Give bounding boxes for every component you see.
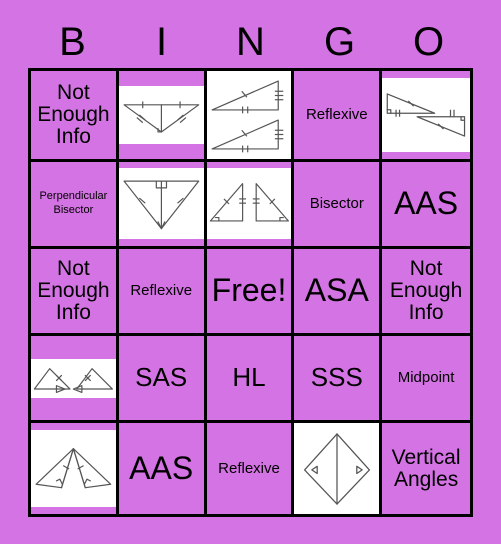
bingo-grid: Not Enough Info Reflexive Perpendicular … [28, 68, 473, 517]
bingo-cell[interactable] [206, 71, 295, 162]
bingo-cell-label: AAS [394, 185, 459, 222]
bingo-cell[interactable]: Reflexive [118, 248, 207, 337]
bingo-cell[interactable]: Midpoint [382, 336, 470, 424]
bingo-cell[interactable]: Free! [206, 248, 295, 337]
two-right-triangles-z-shape-diagram [382, 78, 470, 152]
bingo-cell[interactable] [118, 161, 207, 249]
bingo-cell-label: SAS [135, 362, 188, 393]
bingo-cell[interactable]: ASA [294, 248, 383, 337]
bingo-cell[interactable]: Bisector [294, 161, 383, 249]
bingo-cell-label: SSS [310, 362, 363, 393]
bingo-cell-label: Bisector [309, 194, 364, 212]
bingo-cell[interactable]: Vertical Angles [382, 423, 470, 514]
two-triangles-shared-apex-diagram [31, 430, 116, 507]
triangle-with-median-diagram [118, 85, 204, 144]
two-right-triangles-stacked-diagram [206, 71, 292, 159]
bingo-cell-label: HL [232, 362, 266, 393]
bingo-card: B I N G O Not Enough Info Reflexive Perp… [0, 0, 501, 544]
bingo-cell-label: ASA [304, 272, 369, 309]
bingo-cell-label: Vertical Angles [391, 445, 461, 491]
bingo-cell[interactable]: SSS [294, 336, 383, 424]
header-letter-o: O [412, 20, 445, 64]
bingo-cell-label: Reflexive [130, 282, 193, 300]
two-mirrored-right-triangles-diagram [206, 168, 292, 240]
bingo-cell[interactable]: AAS [118, 423, 207, 514]
bingo-cell-label: Not Enough Info [389, 256, 463, 325]
bingo-cell-label: Not Enough Info [37, 256, 110, 325]
bingo-cell-label: Reflexive [305, 106, 368, 123]
bingo-cell[interactable]: SAS [118, 336, 207, 424]
bingo-cell-label: Reflexive [218, 459, 280, 477]
kite-with-diagonal-diagram [294, 423, 380, 514]
bingo-cell[interactable]: Reflexive [206, 423, 295, 514]
two-small-triangles-with-arrows-diagram [31, 358, 116, 398]
bingo-cell-label: AAS [129, 449, 194, 486]
bingo-cell[interactable]: HL [206, 336, 295, 424]
bingo-cell[interactable]: Perpendicular Bisector [31, 161, 119, 249]
header-letter-g: G [323, 20, 356, 64]
bingo-header: B I N G O [28, 18, 473, 66]
bingo-cell-label: Midpoint [397, 369, 455, 387]
bingo-cell-label: Perpendicular Bisector [39, 190, 108, 216]
bingo-cell[interactable]: Not Enough Info [31, 248, 119, 337]
bingo-cell[interactable]: Reflexive [294, 71, 383, 162]
header-letter-i: I [155, 20, 168, 64]
bingo-cell[interactable] [206, 161, 295, 249]
bingo-cell-label: Not Enough Info [37, 80, 110, 148]
header-letter-b: B [59, 20, 86, 64]
inverted-triangle-with-altitude-diagram [118, 168, 204, 240]
bingo-cell[interactable]: AAS [382, 161, 470, 249]
bingo-cell[interactable]: Not Enough Info [382, 248, 470, 337]
bingo-cell[interactable] [294, 423, 383, 514]
bingo-cell[interactable] [31, 423, 119, 514]
bingo-cell[interactable]: Not Enough Info [31, 71, 119, 162]
bingo-cell-label: Free! [211, 272, 287, 309]
bingo-cell[interactable] [118, 71, 207, 162]
header-letter-n: N [236, 20, 265, 64]
bingo-cell[interactable] [382, 71, 470, 162]
bingo-cell[interactable] [31, 336, 119, 424]
